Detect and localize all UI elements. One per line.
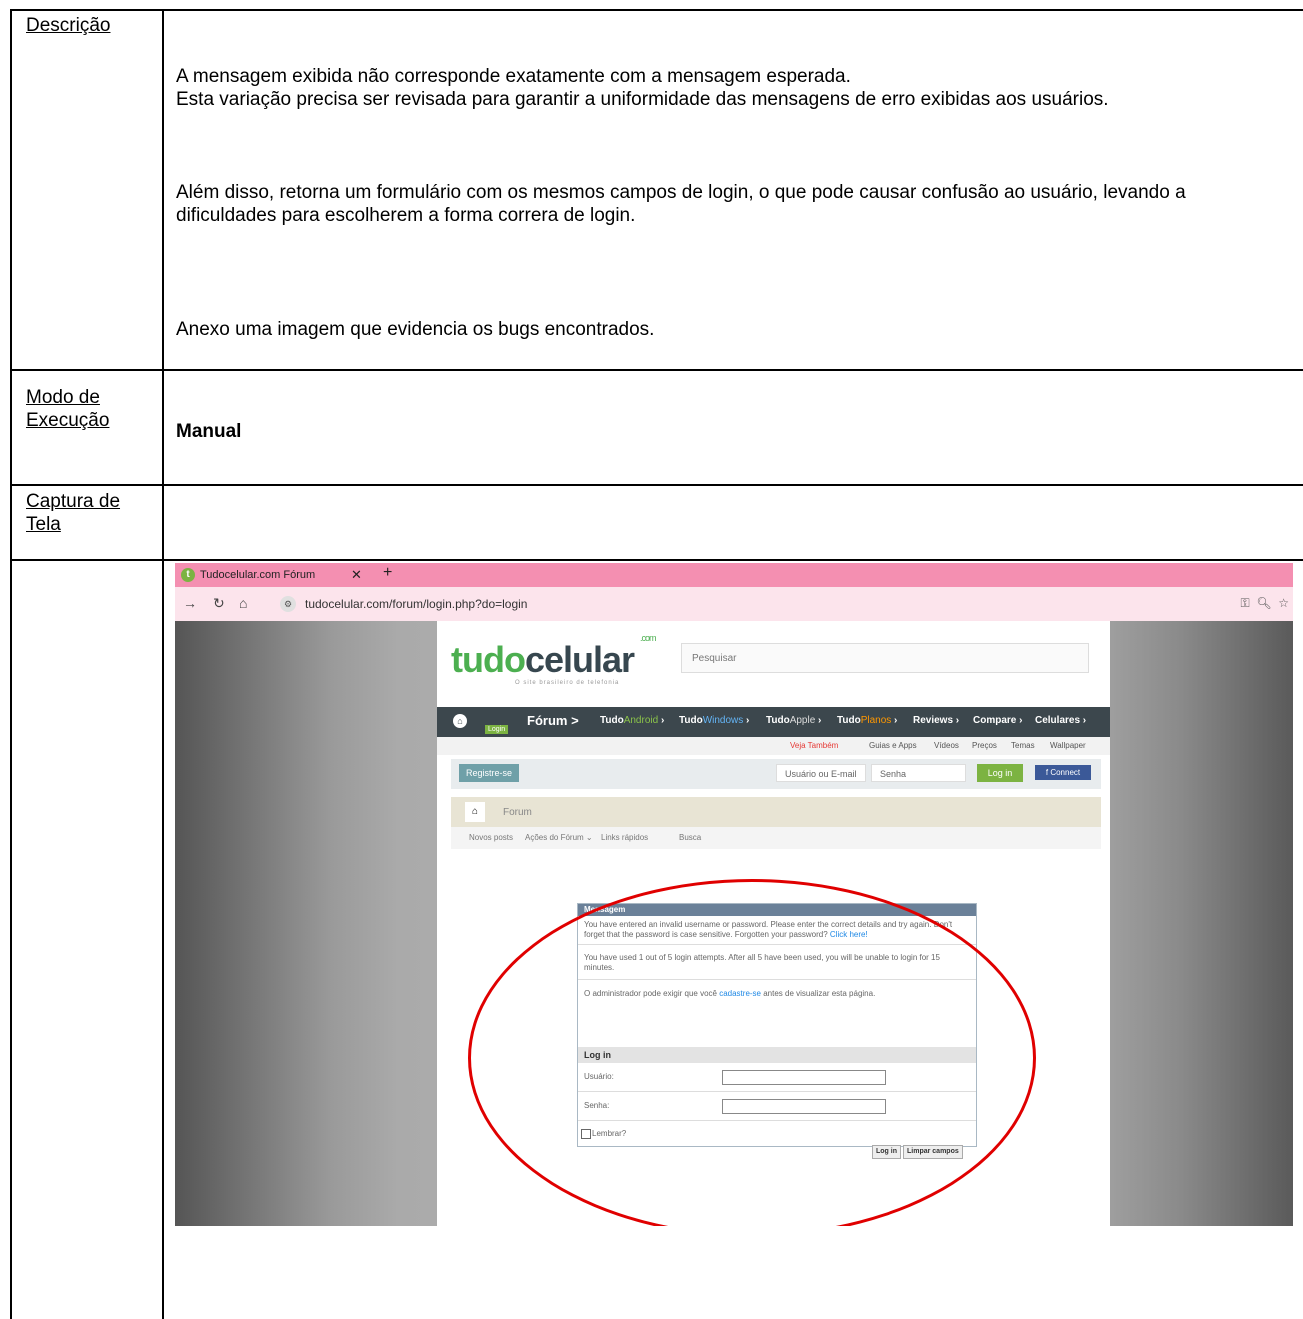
row-label-modo-line2: Execução — [26, 410, 110, 431]
execution-mode-value: Manual — [176, 421, 242, 442]
subnav-item[interactable]: Temas — [1011, 741, 1035, 750]
search-input[interactable]: Pesquisar — [681, 643, 1089, 673]
home-icon[interactable]: ⌂ — [465, 802, 485, 822]
click-here-link[interactable]: Click here! — [830, 930, 868, 939]
tool-busca[interactable]: Busca — [679, 833, 701, 842]
login-badge[interactable]: Login — [485, 725, 509, 734]
subnav-item[interactable]: Guias e Apps — [869, 741, 917, 750]
message-admin: O administrador pode exigir que você cad… — [584, 989, 876, 998]
sub-nav: Veja Também Guias e Apps Vídeos Preços T… — [437, 737, 1110, 755]
message-header: Mensagem — [578, 904, 976, 916]
site-slogan: O site brasileiro de telefonia — [515, 680, 620, 686]
remember-label: Lembrar? — [592, 1129, 627, 1138]
subnav-item[interactable]: Vídeos — [934, 741, 959, 750]
remember-checkbox[interactable] — [581, 1129, 591, 1139]
subnav-item[interactable]: Wallpaper — [1050, 741, 1086, 750]
row-label-captura-line2: Tela — [26, 514, 61, 535]
nav-reviews[interactable]: Reviews › — [913, 715, 959, 726]
screenshot-image: t Tudocelular.com Fórum ✕ + → ↻ ⌂ ⚙ tudo… — [175, 563, 1293, 1226]
tool-acoes-forum[interactable]: Ações do Fórum ⌄ — [525, 833, 593, 842]
divider — [578, 979, 976, 980]
row-label-captura-line1: Captura de — [26, 491, 121, 512]
table-divider-column — [162, 9, 164, 1319]
site-logo[interactable]: tudocelular .com — [451, 633, 656, 681]
site-settings-icon[interactable]: ⚙ — [280, 596, 296, 612]
description-paragraph: Esta variação precisa ser revisada para … — [176, 89, 1109, 110]
table-border-top — [10, 9, 1303, 11]
divider — [578, 1120, 976, 1121]
row-label-descricao: Descrição — [26, 15, 111, 36]
description-paragraph: Anexo uma imagem que evidencia os bugs e… — [176, 319, 655, 340]
nav-tudoplanos[interactable]: TudoPlanos › — [837, 715, 897, 726]
password-input[interactable]: Senha — [871, 764, 966, 782]
facebook-connect-button[interactable]: f Connect — [1035, 765, 1091, 780]
tab-title: Tudocelular.com Fórum — [200, 569, 316, 581]
nav-tudoapple[interactable]: TudoApple › — [766, 715, 821, 726]
clear-fields-button[interactable]: Limpar campos — [903, 1145, 963, 1159]
message-attempts: You have used 1 out of 5 login attempts.… — [584, 953, 940, 972]
browser-tab[interactable]: t Tudocelular.com Fórum ✕ — [175, 563, 362, 587]
password-field[interactable] — [722, 1099, 886, 1114]
nav-tudowindows[interactable]: TudoWindows › — [679, 715, 749, 726]
tool-links-rapidos[interactable]: Links rápidos — [601, 833, 648, 842]
reload-icon[interactable]: ↻ — [213, 595, 225, 612]
browser-tab-bar: t Tudocelular.com Fórum ✕ + — [175, 563, 1293, 587]
forward-icon[interactable]: → — [183, 595, 197, 611]
register-button[interactable]: Registre-se — [459, 764, 520, 782]
forum-toolbar: Novos posts Ações do Fórum ⌄ Links rápid… — [451, 827, 1101, 849]
table-row-divider — [10, 559, 1303, 561]
tool-novos-posts[interactable]: Novos posts — [469, 833, 513, 842]
page-viewport: tudocelular .com O site brasileiro de tel… — [175, 621, 1293, 1226]
home-icon[interactable]: ⌂ — [239, 595, 247, 611]
breadcrumb-forum[interactable]: Forum — [503, 807, 532, 818]
description-paragraph: Além disso, retorna um formulário com os… — [176, 182, 1186, 226]
nav-forum[interactable]: Fórum > — [527, 713, 579, 728]
table-row-divider — [10, 369, 1303, 371]
row-label-modo-line1: Modo de — [26, 387, 100, 408]
divider — [578, 944, 976, 945]
description-paragraph: A mensagem exibida não corresponde exata… — [176, 66, 851, 87]
login-form-header: Log in — [578, 1047, 976, 1063]
tudocelular-favicon-icon: t — [181, 568, 195, 582]
register-link[interactable]: cadastre-se — [719, 989, 761, 998]
home-icon[interactable]: ⌂ — [453, 714, 467, 728]
login-bar: Registre-se Usuário ou E-mail Senha Log … — [451, 759, 1101, 789]
subnav-item[interactable]: Preços — [972, 741, 997, 750]
table-border-left — [10, 9, 12, 1319]
message-invalid-login: You have entered an invalid username or … — [584, 920, 953, 939]
nav-tudoandroid[interactable]: TudoAndroid › — [600, 715, 664, 726]
subnav-veja-tambem: Veja Também — [790, 741, 839, 750]
password-label: Senha: — [584, 1101, 610, 1110]
breadcrumb: ⌂ Forum — [451, 797, 1101, 827]
form-login-button[interactable]: Log in — [872, 1145, 901, 1159]
nav-compare[interactable]: Compare › — [973, 715, 1022, 726]
error-message-box: Mensagem You have entered an invalid use… — [577, 903, 977, 1147]
url-field[interactable]: tudocelular.com/forum/login.php?do=login — [305, 597, 527, 611]
forum-page: tudocelular .com O site brasileiro de tel… — [437, 621, 1110, 1226]
new-tab-icon[interactable]: + — [383, 564, 392, 582]
close-icon[interactable]: ✕ — [351, 567, 362, 583]
table-row-divider — [10, 484, 1303, 486]
username-input[interactable]: Usuário ou E-mail — [776, 764, 866, 782]
divider — [578, 1091, 976, 1092]
nav-celulares[interactable]: Celulares › — [1035, 715, 1086, 726]
browser-address-bar: → ↻ ⌂ ⚙ tudocelular.com/forum/login.php?… — [175, 587, 1293, 621]
username-label: Usuário: — [584, 1072, 614, 1081]
main-nav: ⌂ Login Fórum > TudoAndroid › TudoWindow… — [437, 707, 1110, 737]
username-field[interactable] — [722, 1070, 886, 1085]
login-button[interactable]: Log in — [977, 764, 1023, 782]
toolbar-icons[interactable]: ⚿ 🔍︎ ☆ — [1241, 596, 1289, 611]
